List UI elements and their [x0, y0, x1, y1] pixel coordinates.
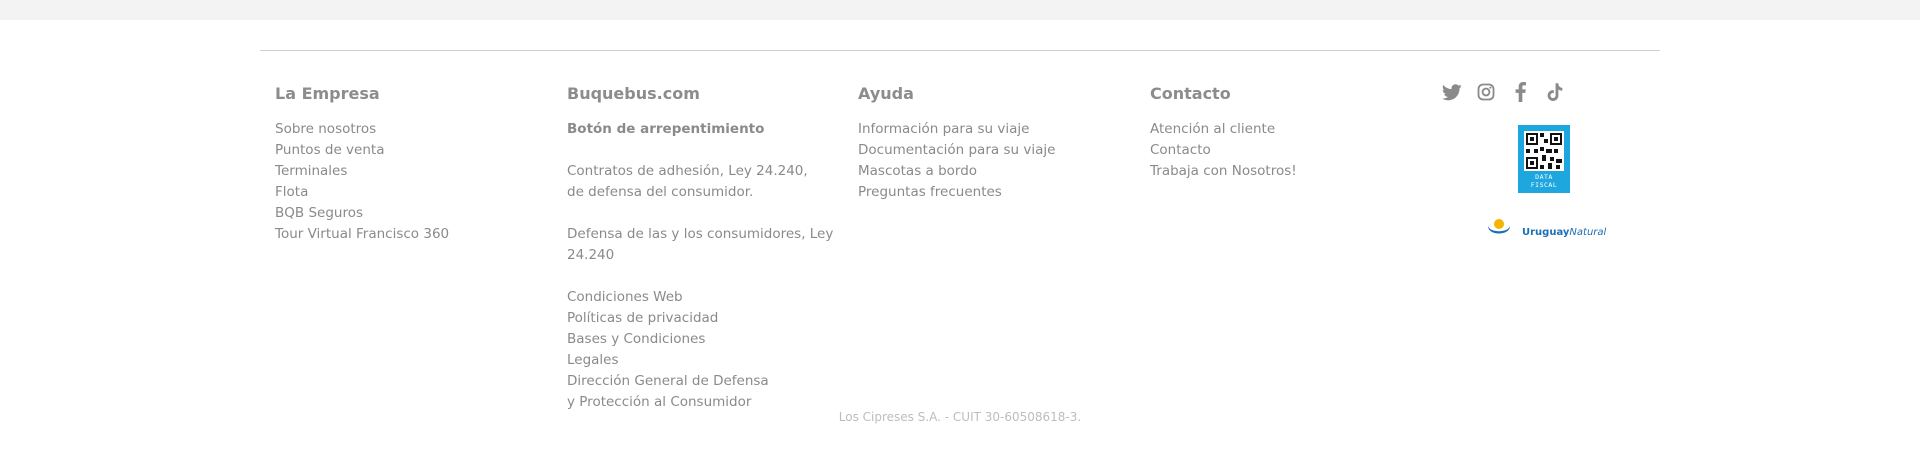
link-direccion-general-defensa[interactable]: Dirección General de Defensa	[567, 371, 857, 392]
link-informacion-viaje[interactable]: Información para su viaje	[858, 119, 1148, 140]
link-defensa-consumidor[interactable]: de defensa del consumidor.	[567, 182, 857, 203]
tiktok-icon[interactable]	[1542, 80, 1566, 104]
link-atencion-cliente[interactable]: Atención al cliente	[1150, 119, 1440, 140]
link-bqb-seguros[interactable]: BQB Seguros	[275, 203, 565, 224]
link-tour-virtual[interactable]: Tour Virtual Francisco 360	[275, 224, 565, 245]
link-politicas-privacidad[interactable]: Políticas de privacidad	[567, 308, 857, 329]
link-flota[interactable]: Flota	[275, 182, 565, 203]
link-puntos-de-venta[interactable]: Puntos de venta	[275, 140, 565, 161]
uruguay-sun-icon	[1488, 219, 1510, 234]
link-trabaja-con-nosotros[interactable]: Trabaja con Nosotros!	[1150, 161, 1440, 182]
column-title-la-empresa: La Empresa	[275, 84, 380, 103]
data-fiscal-label: DATA FISCAL	[1518, 173, 1570, 189]
link-preguntas-frecuentes[interactable]: Preguntas frecuentes	[858, 182, 1148, 203]
uruguay-natural-logo[interactable]: UruguayNatural	[1484, 214, 1606, 244]
data-fiscal-label-line1: DATA	[1535, 173, 1553, 181]
data-fiscal-badge[interactable]: DATA FISCAL	[1518, 125, 1570, 193]
link-legales[interactable]: Legales	[567, 350, 857, 371]
link-mascotas-a-bordo[interactable]: Mascotas a bordo	[858, 161, 1148, 182]
footer-column-ayuda: Ayuda Información para su viaje Document…	[858, 84, 1148, 203]
column-title-buquebus: Buquebus.com	[567, 84, 700, 103]
legal-text: Los Cipreses S.A. - CUIT 30-60508618-3.	[838, 410, 1082, 424]
link-bases-condiciones[interactable]: Bases y Condiciones	[567, 329, 857, 350]
uruguay-natural-wordmark: UruguayNatural	[1522, 220, 1606, 239]
link-sobre-nosotros[interactable]: Sobre nosotros	[275, 119, 565, 140]
footer-divider	[260, 50, 1660, 51]
natural-word: Natural	[1569, 226, 1607, 238]
link-contacto[interactable]: Contacto	[1150, 140, 1440, 161]
link-terminales[interactable]: Terminales	[275, 161, 565, 182]
top-band	[0, 0, 1920, 20]
instagram-icon[interactable]	[1474, 80, 1498, 104]
link-boton-arrepentimiento[interactable]: Botón de arrepentimiento	[567, 119, 857, 140]
social-icons	[1440, 80, 1566, 104]
link-defensa-consumidores-ley[interactable]: Defensa de las y los consumidores, Ley 2…	[567, 224, 837, 266]
column-title-contacto: Contacto	[1150, 84, 1231, 103]
footer-column-contacto: Contacto Atención al cliente Contacto Tr…	[1150, 84, 1440, 182]
data-fiscal-label-line2: FISCAL	[1530, 181, 1558, 189]
link-contratos-adhesion[interactable]: Contratos de adhesión, Ley 24.240,	[567, 161, 857, 182]
uruguay-word: Uruguay	[1522, 226, 1570, 238]
footer-column-buquebus: Buquebus.com Botón de arrepentimiento Co…	[567, 84, 857, 413]
link-condiciones-web[interactable]: Condiciones Web	[567, 287, 857, 308]
facebook-icon[interactable]	[1508, 80, 1532, 104]
qr-code-icon	[1524, 131, 1564, 171]
footer-column-la-empresa: La Empresa Sobre nosotros Puntos de vent…	[275, 84, 565, 245]
link-documentacion-viaje[interactable]: Documentación para su viaje	[858, 140, 1148, 161]
column-title-ayuda: Ayuda	[858, 84, 914, 103]
twitter-icon[interactable]	[1440, 80, 1464, 104]
